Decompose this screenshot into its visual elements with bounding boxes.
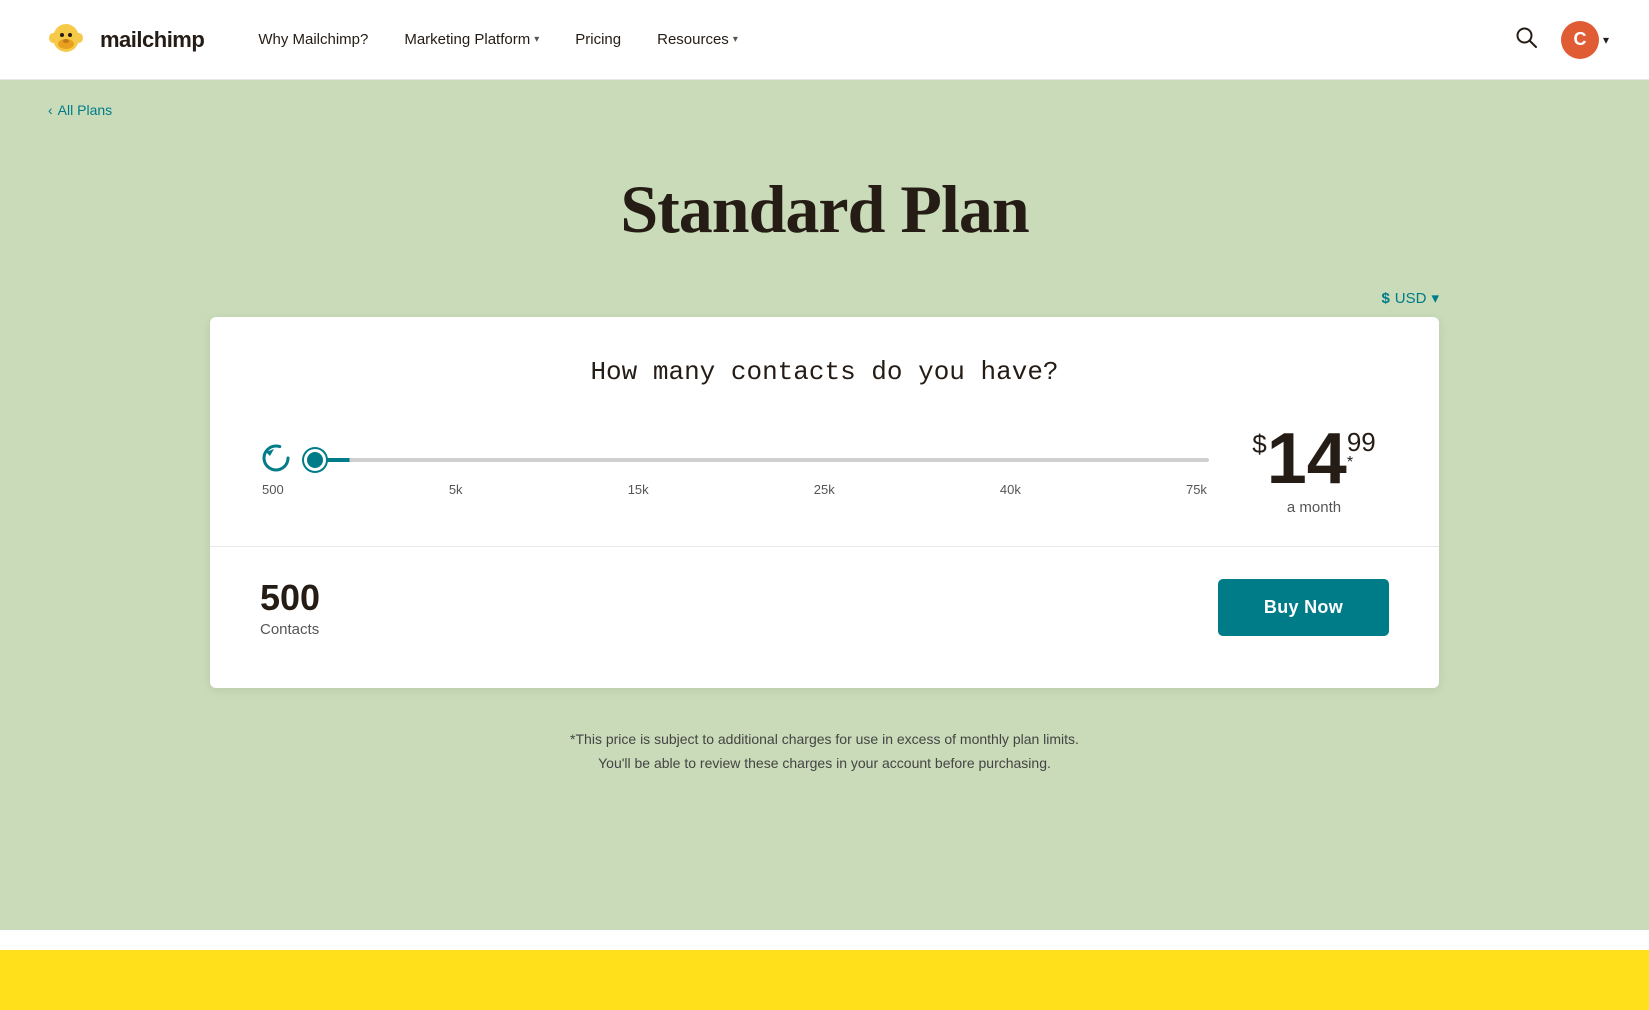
footnote-line2: You'll be able to review these charges i… — [0, 752, 1649, 776]
nav-why-mailchimp[interactable]: Why Mailchimp? — [244, 23, 382, 56]
slider-label-40k: 40k — [1000, 482, 1021, 497]
price-integer: 14 — [1267, 423, 1347, 495]
buy-now-button[interactable]: Buy Now — [1218, 579, 1389, 636]
logo-wordmark: mailchimp — [100, 27, 204, 53]
navbar-right: C ▾ — [1511, 21, 1609, 59]
price-display: $ 14 99 * a month — [1239, 423, 1389, 516]
currency-dollar-sign: $ — [1381, 290, 1389, 307]
nav-pricing[interactable]: Pricing — [561, 23, 635, 56]
slider-label-25k: 25k — [814, 482, 835, 497]
card-divider — [210, 546, 1439, 547]
navbar: mailchimp Why Mailchimp? Marketing Platf… — [0, 0, 1649, 80]
page-background: ‹ All Plans Standard Plan $ USD ▾ How ma… — [0, 80, 1649, 930]
user-account[interactable]: C ▾ — [1561, 21, 1609, 59]
price-decimal-area: 99 * — [1347, 429, 1376, 471]
contacts-slider[interactable] — [304, 458, 1209, 462]
slider-icon-row — [260, 442, 1209, 474]
back-arrow-icon: ‹ — [48, 102, 53, 118]
currency-selector[interactable]: $ USD ▾ — [1381, 289, 1439, 307]
slider-labels: 500 5k 15k 25k 40k 75k — [260, 482, 1209, 497]
slider-area: 500 5k 15k 25k 40k 75k — [260, 442, 1209, 497]
search-button[interactable] — [1511, 22, 1541, 58]
avatar: C — [1561, 21, 1599, 59]
account-chevron-icon: ▾ — [1603, 33, 1609, 47]
bottom-bar — [0, 950, 1649, 1010]
slider-label-5k: 5k — [449, 482, 463, 497]
slider-track — [304, 449, 1209, 467]
slider-label-500: 500 — [262, 482, 284, 497]
currency-chevron-icon: ▾ — [1431, 289, 1439, 307]
marketing-platform-chevron-icon: ▾ — [534, 34, 539, 45]
footnote-area: *This price is subject to additional cha… — [0, 688, 1649, 796]
price-decimal: 99 — [1347, 429, 1376, 455]
search-icon — [1515, 26, 1537, 48]
contacts-info: 500 Contacts — [260, 577, 320, 638]
resources-chevron-icon: ▾ — [733, 34, 738, 45]
contacts-count: 500 — [260, 577, 320, 619]
nav-links: Why Mailchimp? Marketing Platform ▾ Pric… — [244, 23, 1511, 56]
slider-label-75k: 75k — [1186, 482, 1207, 497]
page-title-area: Standard Plan — [0, 120, 1649, 289]
card-bottom: 500 Contacts Buy Now — [260, 577, 1389, 638]
price-period: a month — [1239, 499, 1389, 516]
price-main: $ 14 99 * — [1239, 423, 1389, 495]
price-asterisk: * — [1347, 455, 1353, 471]
pricing-card: How many contacts do you have? 500 5k — [210, 317, 1439, 688]
logo[interactable]: mailchimp — [40, 14, 204, 66]
nav-marketing-platform[interactable]: Marketing Platform ▾ — [390, 23, 553, 56]
nav-resources[interactable]: Resources ▾ — [643, 23, 752, 56]
page-title: Standard Plan — [0, 170, 1649, 249]
breadcrumb[interactable]: ‹ All Plans — [48, 102, 112, 118]
slider-row: 500 5k 15k 25k 40k 75k $ 14 99 * — [260, 423, 1389, 516]
breadcrumb-bar: ‹ All Plans — [0, 80, 1649, 120]
refresh-icon — [260, 442, 292, 474]
currency-row: $ USD ▾ — [0, 289, 1649, 317]
footnote-line1: *This price is subject to additional cha… — [0, 728, 1649, 752]
white-section — [0, 930, 1649, 950]
contacts-label: Contacts — [260, 621, 320, 638]
slider-label-15k: 15k — [628, 482, 649, 497]
currency-label: USD — [1395, 290, 1427, 307]
card-question: How many contacts do you have? — [260, 357, 1389, 387]
mailchimp-logo-icon — [40, 14, 92, 66]
price-dollar-sign: $ — [1252, 431, 1266, 457]
